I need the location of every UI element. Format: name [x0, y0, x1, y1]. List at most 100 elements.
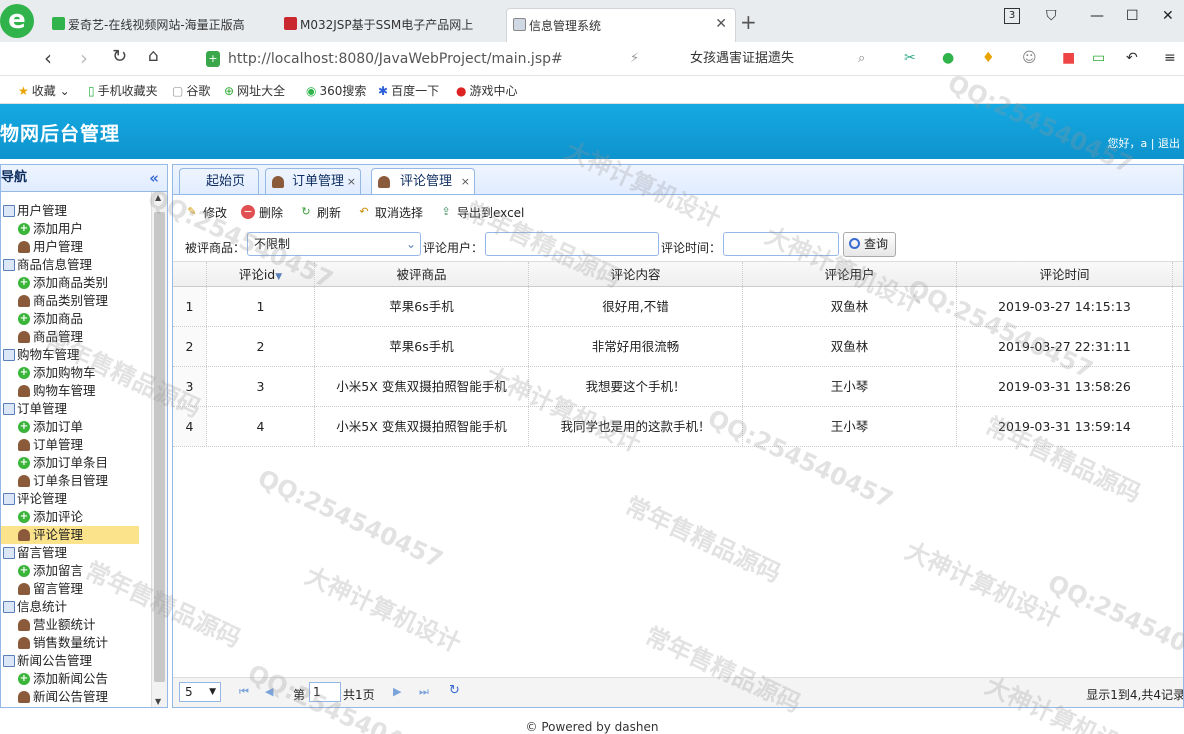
- bookmark-nav[interactable]: ⊕ 网址大全: [224, 82, 285, 99]
- sidebar-item[interactable]: 新闻公告管理: [1, 688, 151, 706]
- minimize-icon[interactable]: —: [1090, 8, 1104, 24]
- scrollbar-thumb[interactable]: [154, 212, 165, 682]
- refresh-button[interactable]: ↻ 刷新: [299, 204, 341, 221]
- back-icon[interactable]: ‹: [44, 46, 52, 70]
- scissors-icon[interactable]: ✂: [904, 50, 916, 66]
- sidebar-item[interactable]: + 添加留言: [1, 562, 151, 580]
- url-field[interactable]: + http://localhost:8080/JavaWebProject/m…: [200, 47, 670, 71]
- table-row[interactable]: 2 2 苹果6s手机 非常好用很流畅 双鱼林 2019-03-27 22:31:11: [173, 327, 1183, 367]
- prev-page-icon[interactable]: ◀: [265, 685, 273, 698]
- close-tab-icon[interactable]: ✕: [715, 16, 727, 32]
- sidebar-scrollbar[interactable]: ▲ ▼: [151, 192, 167, 707]
- sidebar-item[interactable]: 订单条目管理: [1, 472, 151, 490]
- table-row[interactable]: 1 1 苹果6s手机 很好用,不错 双鱼林 2019-03-27 14:15:13: [173, 287, 1183, 327]
- shield-icon[interactable]: ♦: [982, 50, 995, 66]
- table-row[interactable]: 3 3 小米5X 变焦双摄拍照智能手机 我想要这个手机！ 王小琴 2019-03-31 1…: [173, 367, 1183, 407]
- tab-comments[interactable]: 评论管理 ×: [371, 168, 475, 196]
- sidebar-item[interactable]: + 添加用户: [1, 220, 151, 238]
- battery-icon[interactable]: ▭: [1092, 50, 1105, 66]
- column-header-user[interactable]: 评论用户: [743, 262, 957, 286]
- user-input[interactable]: [485, 232, 659, 256]
- sidebar-item[interactable]: + 添加评论: [1, 508, 151, 526]
- undo-icon[interactable]: ↶: [1126, 50, 1138, 66]
- sidebar-group[interactable]: 信息统计: [1, 598, 151, 616]
- sidebar-group[interactable]: 留言管理: [1, 544, 151, 562]
- reload-icon[interactable]: ↻: [112, 46, 127, 67]
- lightning-icon[interactable]: ⚡: [630, 51, 639, 66]
- tab-count-badge[interactable]: 3: [1004, 8, 1020, 24]
- sidebar-group[interactable]: 用户管理: [1, 202, 151, 220]
- bookmark-360[interactable]: ◉ 360搜索: [306, 82, 366, 99]
- sidebar-item[interactable]: + 添加购物车: [1, 364, 151, 382]
- bookmark-games[interactable]: ● 游戏中心: [456, 82, 518, 99]
- sidebar-item[interactable]: 营业额统计: [1, 616, 151, 634]
- tab-home[interactable]: 起始页: [179, 168, 259, 195]
- sidebar-item[interactable]: 留言管理: [1, 580, 151, 598]
- cancel-select-button[interactable]: ↶ 取消选择: [357, 204, 423, 221]
- time-input[interactable]: [723, 232, 839, 256]
- bookmark-mobile[interactable]: ▯ 手机收藏夹: [88, 82, 158, 99]
- sidebar-group[interactable]: 订单管理: [1, 400, 151, 418]
- collapse-sidebar-icon[interactable]: «: [149, 165, 159, 191]
- menu-icon[interactable]: ≡: [1164, 50, 1176, 66]
- skin-icon[interactable]: ⛉: [1046, 8, 1057, 24]
- bookmark-google[interactable]: ▢ 谷歌: [172, 82, 210, 99]
- product-select[interactable]: 不限制 ⌄: [247, 232, 421, 256]
- browser-tab-1[interactable]: 爱奇艺-在线视频网站-海量正版高: [46, 8, 276, 42]
- table-row[interactable]: 4 4 小米5X 变焦双摄拍照智能手机 我同学也是用的这款手机！ 王小琴 2019-03-…: [173, 407, 1183, 447]
- column-header-id[interactable]: 评论id▼: [207, 262, 315, 286]
- sidebar-item[interactable]: 评论管理: [1, 526, 139, 544]
- column-header-content[interactable]: 评论内容: [529, 262, 743, 286]
- sidebar-group[interactable]: 评论管理: [1, 490, 151, 508]
- last-page-icon[interactable]: ⏭: [419, 685, 429, 699]
- scroll-up-icon[interactable]: ▲: [155, 193, 161, 202]
- cell-content: 很好用,不错: [529, 287, 743, 326]
- next-page-icon[interactable]: ▶: [393, 685, 401, 698]
- sidebar-item-label: 商品类别管理: [33, 293, 109, 308]
- page-number-input[interactable]: 1: [309, 682, 341, 702]
- column-header-time[interactable]: 评论时间: [957, 262, 1173, 286]
- export-excel-button[interactable]: ⇪ 导出到excel: [439, 204, 524, 221]
- sidebar-item[interactable]: 购物车管理: [1, 382, 151, 400]
- apps-icon[interactable]: ■: [1062, 50, 1075, 66]
- maximize-icon[interactable]: ☐: [1126, 8, 1139, 24]
- query-button[interactable]: 查询: [843, 232, 896, 257]
- sidebar-item[interactable]: 商品管理: [1, 328, 151, 346]
- sidebar-group[interactable]: 商品信息管理: [1, 256, 151, 274]
- reload-page-icon[interactable]: ↻: [449, 683, 460, 698]
- sidebar-group[interactable]: 购物车管理: [1, 346, 151, 364]
- forward-icon[interactable]: ›: [80, 46, 88, 70]
- search-field[interactable]: 女孩遇害证据遗失: [690, 47, 880, 71]
- new-tab-button[interactable]: +: [740, 10, 757, 34]
- browser-tab-2[interactable]: M032JSP基于SSM电子产品网上: [278, 8, 498, 42]
- browser-tab-3-active[interactable]: 信息管理系统 ✕: [506, 8, 736, 42]
- sidebar-item[interactable]: + 添加新闻公告: [1, 670, 151, 688]
- close-tab-icon[interactable]: ×: [347, 169, 356, 194]
- column-header-product[interactable]: 被评商品: [315, 262, 529, 286]
- bookmark-label: 谷歌: [186, 84, 211, 98]
- sidebar-item[interactable]: 订单管理: [1, 436, 151, 454]
- tab-orders[interactable]: 订单管理 ×: [265, 168, 361, 195]
- delete-button[interactable]: − 删除: [241, 204, 283, 221]
- sidebar-item[interactable]: + 添加商品类别: [1, 274, 151, 292]
- scroll-down-icon[interactable]: ▼: [155, 697, 161, 706]
- page-size-select[interactable]: 5 ▼: [179, 682, 221, 702]
- translate-icon[interactable]: ●: [942, 50, 954, 66]
- close-window-icon[interactable]: ✕: [1162, 8, 1174, 24]
- close-tab-icon[interactable]: ×: [461, 169, 470, 194]
- sidebar-item[interactable]: + 添加订单: [1, 418, 151, 436]
- sidebar-item[interactable]: 销售数量统计: [1, 634, 151, 652]
- home-icon[interactable]: ⌂: [148, 46, 159, 66]
- search-icon[interactable]: ⌕: [858, 51, 865, 66]
- edit-button[interactable]: ✎ 修改: [185, 204, 227, 221]
- sidebar-group[interactable]: 新闻公告管理: [1, 652, 151, 670]
- welcome-logout[interactable]: 您好，a | 退出: [1108, 135, 1180, 151]
- chat-icon[interactable]: ☺: [1022, 50, 1037, 66]
- sidebar-item[interactable]: + 添加商品: [1, 310, 151, 328]
- first-page-icon[interactable]: ⏮: [239, 685, 249, 699]
- bookmark-favorites[interactable]: ★ 收藏 ⌄: [18, 82, 70, 99]
- sidebar-item[interactable]: + 添加订单条目: [1, 454, 151, 472]
- sidebar-item[interactable]: 用户管理: [1, 238, 151, 256]
- bookmark-baidu[interactable]: ✱ 百度一下: [378, 82, 439, 99]
- sidebar-item[interactable]: 商品类别管理: [1, 292, 151, 310]
